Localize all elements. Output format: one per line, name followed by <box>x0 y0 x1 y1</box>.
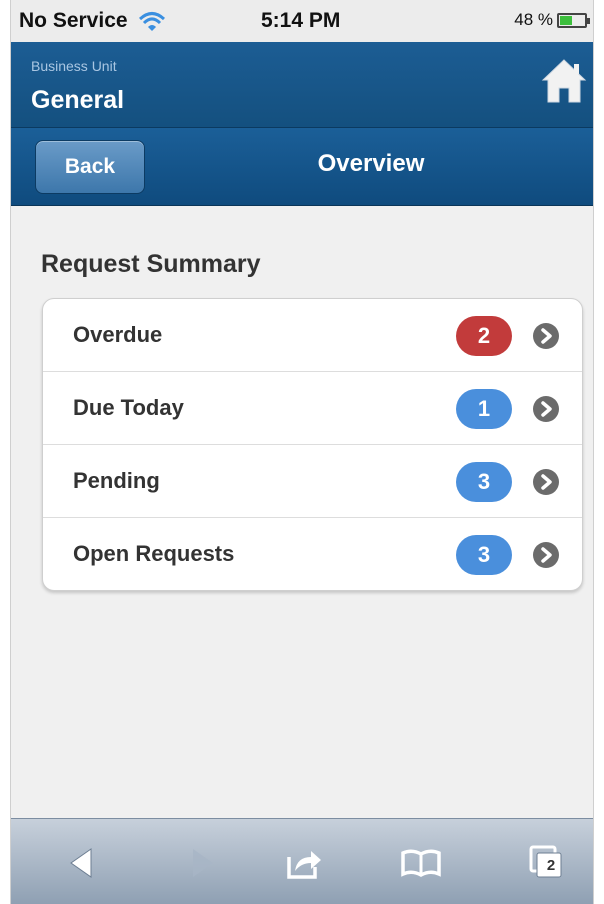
chevron-right-icon <box>533 542 559 568</box>
chevron-right-icon <box>533 469 559 495</box>
section-title: Request Summary <box>41 250 261 278</box>
clock: 5:14 PM <box>261 9 341 32</box>
count-badge: 1 <box>456 389 512 429</box>
list-item-open-requests[interactable]: Open Requests 3 <box>43 518 582 590</box>
page-title: Overview <box>11 150 593 178</box>
share-icon[interactable] <box>281 841 325 885</box>
list-item-overdue[interactable]: Overdue 2 <box>43 299 582 372</box>
list-item-label: Open Requests <box>73 541 235 566</box>
battery-nub <box>587 17 590 24</box>
phone-screen: No Service 5:14 PM 48 % Business Unit Ge… <box>10 0 594 904</box>
browser-toolbar: 2 <box>11 818 593 904</box>
nav-bar: Back Overview <box>11 128 593 206</box>
list-item-due-today[interactable]: Due Today 1 <box>43 372 582 445</box>
list-item-pending[interactable]: Pending 3 <box>43 445 582 518</box>
count-badge: 3 <box>456 462 512 502</box>
bookmarks-icon[interactable] <box>399 841 443 885</box>
app-header: Business Unit General <box>11 42 593 128</box>
list-item-label: Pending <box>73 468 160 493</box>
list-item-label: Overdue <box>73 322 163 347</box>
count-badge: 2 <box>456 316 512 356</box>
carrier-label: No Service <box>19 9 128 32</box>
chevron-right-icon <box>533 396 559 422</box>
request-summary-list: Overdue 2 Due Today 1 Pending 3 Open Req… <box>42 298 583 591</box>
home-icon[interactable] <box>541 56 587 106</box>
count-badge: 3 <box>456 535 512 575</box>
page-title-text: Overview <box>317 150 425 177</box>
business-unit-label: Business Unit <box>31 58 117 74</box>
forward-arrow-icon[interactable] <box>179 841 223 885</box>
tabs-button[interactable]: 2 <box>525 841 569 885</box>
status-right: 48 % <box>514 10 590 30</box>
chevron-right-icon <box>533 323 559 349</box>
status-left: No Service <box>19 9 166 33</box>
battery-percent: 48 % <box>514 10 553 29</box>
status-bar: No Service 5:14 PM 48 % <box>11 0 593 42</box>
wifi-icon <box>138 12 165 31</box>
battery-fill <box>560 15 572 25</box>
battery-icon <box>557 12 590 28</box>
back-arrow-icon[interactable] <box>61 841 105 885</box>
tabs-count: 2 <box>546 857 556 874</box>
business-unit-value[interactable]: General <box>31 86 124 115</box>
list-item-label: Due Today <box>73 395 184 420</box>
